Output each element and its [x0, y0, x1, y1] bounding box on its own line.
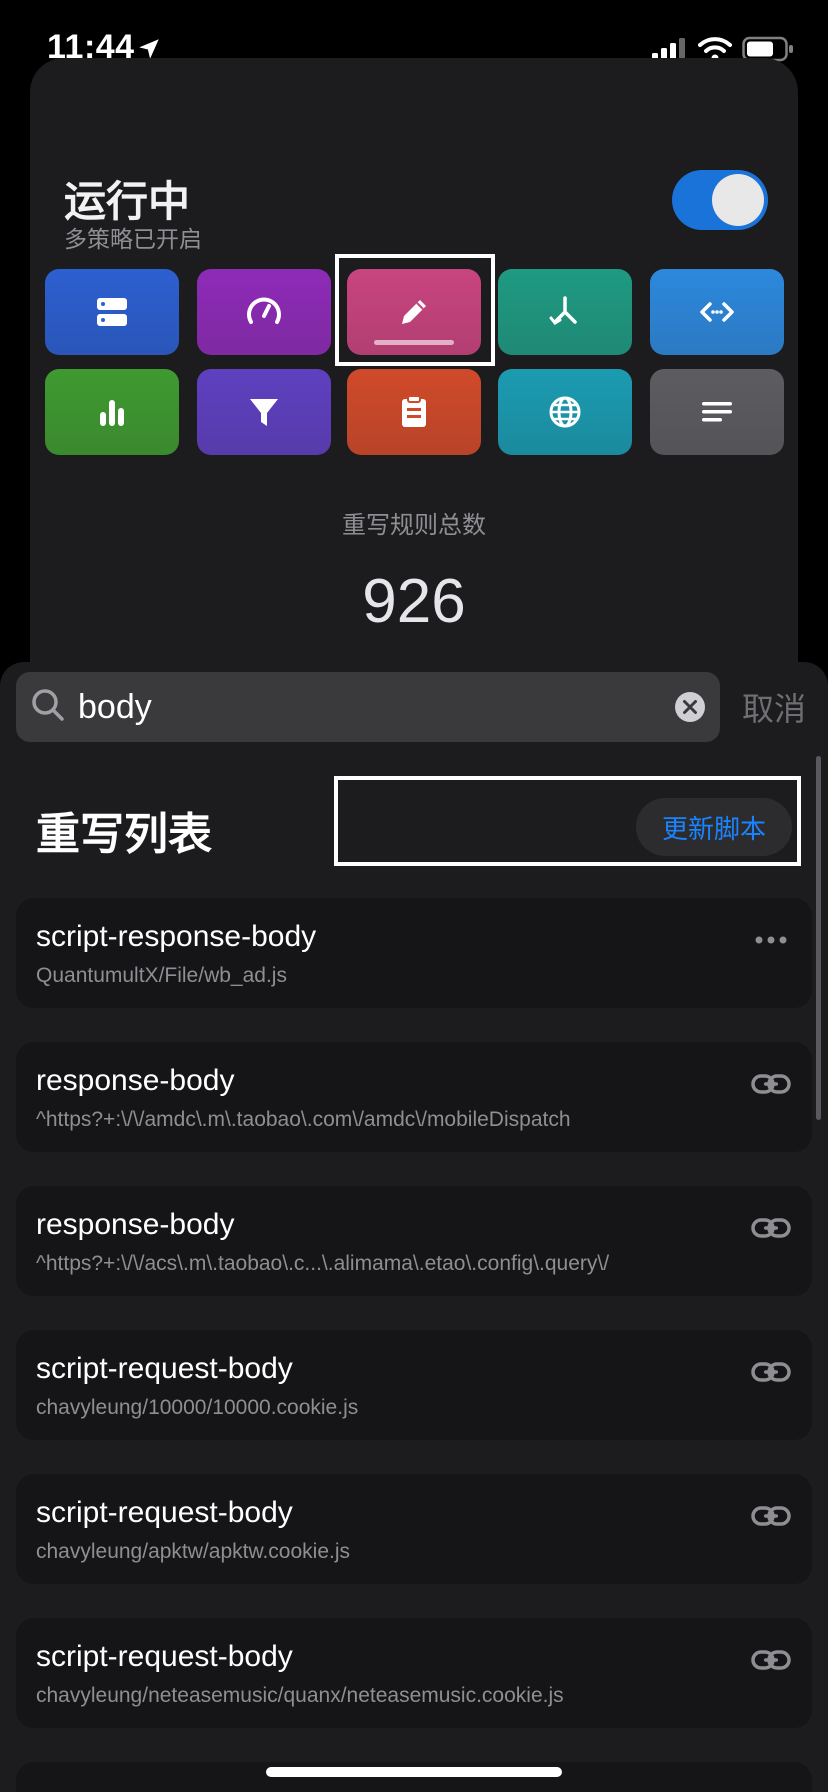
code-icon: [700, 302, 734, 322]
rule-type: script-response-body: [36, 920, 317, 953]
rule-type: script-request-body: [36, 1496, 293, 1529]
stat-label: 重写规则总数: [342, 512, 486, 539]
rule-path: chavyleung/neteasemusic/quanx/neteasemus…: [36, 1684, 564, 1707]
tile-server[interactable]: [45, 269, 179, 355]
globe-icon: [549, 396, 581, 428]
rule-path: ^https?+:\/\/acs\.m\.taobao\.c...\.alima…: [36, 1252, 610, 1275]
status-subtitle: 多策略已开启: [64, 226, 202, 252]
list-item[interactable]: script-request-body chavyleung/neteasemu…: [16, 1618, 812, 1728]
list-item[interactable]: response-body ^https?+:\/\/acs\.m\.taoba…: [16, 1186, 812, 1296]
rule-type: script-request-body: [36, 1352, 293, 1385]
rule-type: response-body: [36, 1208, 235, 1241]
bar-chart-icon: [100, 400, 124, 426]
rule-path: ^https?+:\/\/amdc\.m\.taobao\.com\/amdc\…: [36, 1108, 571, 1131]
link-icon[interactable]: [750, 1070, 792, 1098]
more-icon[interactable]: [750, 926, 792, 954]
tile-branch[interactable]: [498, 269, 632, 355]
running-toggle[interactable]: [672, 170, 768, 230]
clear-search-icon[interactable]: [674, 691, 706, 723]
rule-type: script-request-body: [36, 1640, 293, 1673]
search-icon: [32, 689, 64, 721]
filter-icon: [250, 399, 278, 426]
link-icon[interactable]: [750, 1358, 792, 1386]
list-item[interactable]: script-request-body chavyleung/apktw/apk…: [16, 1474, 812, 1584]
update-script-button[interactable]: 更新脚本: [636, 798, 792, 856]
scroll-indicator[interactable]: [816, 756, 821, 1120]
rule-type: response-body: [36, 1064, 235, 1097]
tile-log[interactable]: [650, 369, 784, 455]
stat-value: 926: [362, 567, 466, 636]
rule-path: QuantumultX/File/wb_ad.js: [36, 964, 287, 987]
branch-icon: [549, 296, 577, 325]
tile-stats[interactable]: [45, 369, 179, 455]
speedometer-icon: [247, 297, 281, 324]
link-icon[interactable]: [750, 1502, 792, 1530]
list-item[interactable]: response-body ^https?+:\/\/amdc\.m\.taob…: [16, 1042, 812, 1152]
toggle-knob: [712, 174, 764, 226]
tile-filter[interactable]: [197, 369, 331, 455]
clipboard-icon: [402, 395, 426, 427]
tile-globe[interactable]: [498, 369, 632, 455]
selected-tile-highlight: [335, 254, 495, 366]
list-item[interactable]: script-response-body QuantumultX/File/wb…: [16, 898, 812, 1008]
cancel-button[interactable]: 取消: [742, 684, 806, 730]
list-title: 重写列表: [36, 810, 212, 859]
link-icon[interactable]: [750, 1646, 792, 1674]
server-icon: [97, 298, 127, 326]
list-item[interactable]: script-request-body chavyleung/10000/100…: [16, 1330, 812, 1440]
tile-clipboard[interactable]: [347, 369, 481, 455]
lines-icon: [702, 402, 732, 422]
tile-code[interactable]: [650, 269, 784, 355]
home-indicator: [266, 1767, 562, 1777]
search-input[interactable]: [78, 684, 658, 730]
link-icon[interactable]: [750, 1214, 792, 1242]
tile-speedometer[interactable]: [197, 269, 331, 355]
rule-path: chavyleung/apktw/apktw.cookie.js: [36, 1540, 351, 1563]
rule-path: chavyleung/10000/10000.cookie.js: [36, 1396, 359, 1419]
